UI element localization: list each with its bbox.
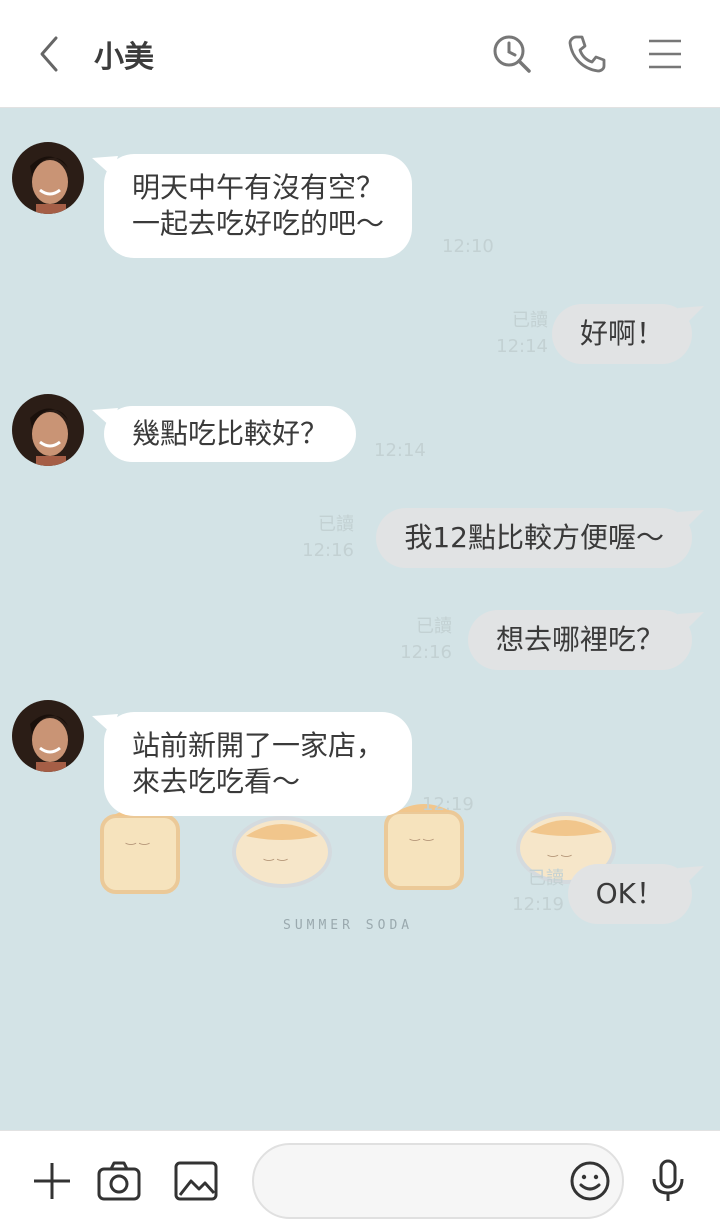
message-text: 想去哪裡吃？ — [495, 623, 664, 656]
chat-area[interactable]: 明天中午有沒有空？ 一起去吃好吃的吧～ 12:10 已讀 12:14 好啊！ 幾… — [0, 108, 720, 1130]
back-icon[interactable] — [26, 30, 74, 78]
message-bubble[interactable]: OK！ — [567, 864, 704, 924]
camera-icon[interactable] — [95, 1157, 143, 1205]
bubble-tail — [678, 612, 704, 632]
message-time: 12:16 — [302, 540, 354, 561]
emoji-icon[interactable] — [566, 1157, 614, 1205]
bubble-tail — [92, 156, 118, 176]
read-status: 已讀 — [512, 310, 548, 331]
message-input-wrapper — [252, 1143, 624, 1219]
chat-title: 小美 — [94, 40, 154, 75]
message-bubble[interactable]: 明天中午有沒有空？ 一起去吃好吃的吧～ — [92, 154, 413, 258]
message-text: 我12點比較方便喔～ — [404, 521, 664, 554]
message-bubble[interactable]: 我12點比較方便喔～ — [376, 508, 704, 568]
message-text: OK！ — [595, 877, 664, 910]
avatar[interactable] — [12, 394, 84, 466]
message-bubble[interactable]: 想去哪裡吃？ — [467, 610, 704, 670]
message-time: 12:14 — [496, 336, 548, 357]
message-time: 12:16 — [400, 642, 452, 663]
message-input[interactable] — [276, 1159, 556, 1203]
avatar[interactable] — [12, 700, 84, 772]
message-time: 12:19 — [512, 894, 564, 915]
message-text: 來去吃吃看～ — [132, 765, 301, 798]
mic-icon[interactable] — [644, 1157, 692, 1205]
message-time: 12:19 — [422, 794, 474, 815]
message-text: 幾點吃比較好？ — [132, 417, 329, 450]
bubble-tail — [92, 408, 118, 428]
message-text: 明天中午有沒有空？ — [132, 171, 385, 204]
message-text: 好啊！ — [579, 317, 664, 350]
message-bubble[interactable]: 站前新開了一家店， 來去吃吃看～ — [92, 712, 413, 816]
phone-icon[interactable] — [563, 30, 611, 78]
message-bubble[interactable]: 幾點吃比較好？ — [92, 406, 357, 462]
chat-header: 小美 — [0, 0, 720, 108]
read-status: 已讀 — [528, 868, 564, 889]
menu-icon[interactable] — [641, 30, 689, 78]
read-status: 已讀 — [318, 514, 354, 535]
plus-icon[interactable] — [28, 1157, 76, 1205]
message-text: 一起去吃好吃的吧～ — [132, 207, 385, 240]
message-bubble[interactable]: 好啊！ — [551, 304, 704, 364]
bubble-tail — [678, 866, 704, 886]
bubble-tail — [92, 714, 118, 734]
image-icon[interactable] — [172, 1157, 220, 1205]
read-status: 已讀 — [416, 616, 452, 637]
bubble-tail — [678, 306, 704, 326]
message-time: 12:14 — [374, 440, 426, 461]
search-history-icon[interactable] — [488, 30, 536, 78]
bubble-tail — [678, 510, 704, 530]
message-text: 站前新開了一家店， — [132, 729, 385, 762]
message-time: 12:10 — [442, 236, 494, 257]
avatar[interactable] — [12, 142, 84, 214]
input-bar — [0, 1130, 720, 1232]
